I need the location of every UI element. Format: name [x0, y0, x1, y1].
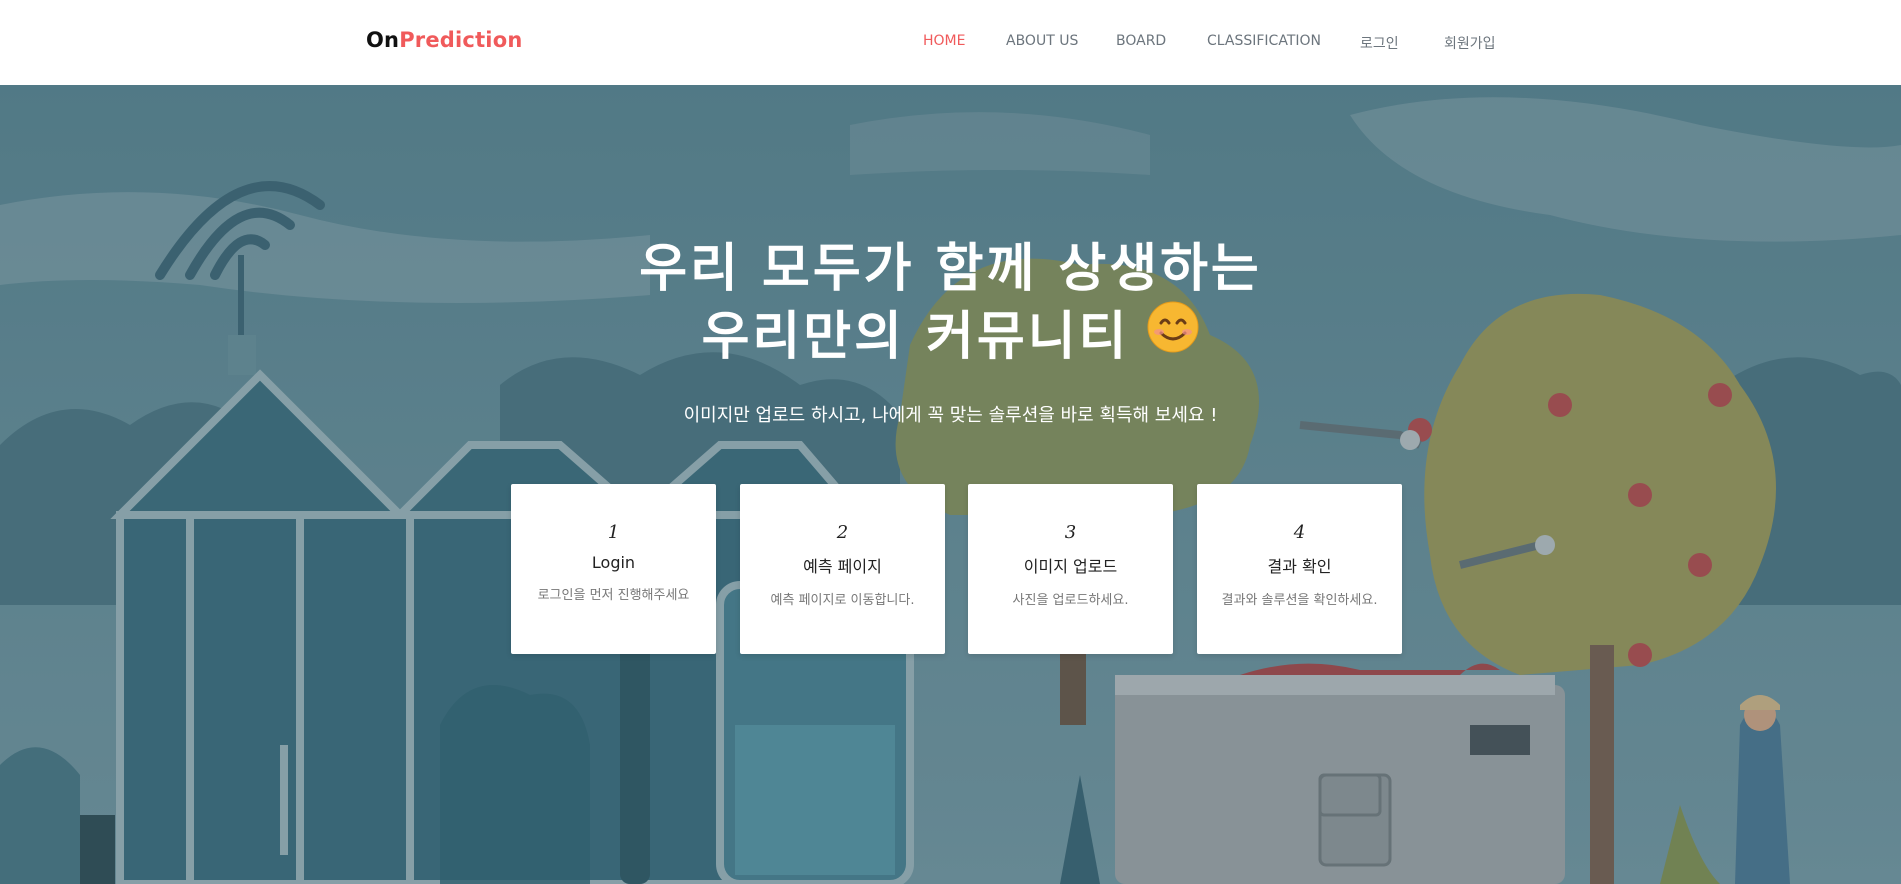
hero-headline-line2: 우리만의 커뮤니티: [701, 307, 1130, 367]
step-card-login[interactable]: 1 Login 로그인을 먼저 진행해주세요: [511, 484, 716, 654]
step-title: Login: [591, 553, 636, 572]
step-number: 2: [836, 522, 849, 543]
step-title: 이미지 업로드: [1023, 557, 1118, 576]
smiling-face-icon: [1147, 301, 1199, 370]
nav-home[interactable]: HOME: [923, 33, 965, 49]
step-card-result[interactable]: 4 결과 확인 결과와 솔루션을 확인하세요.: [1197, 484, 1402, 654]
main-nav: HOME ABOUT US BOARD CLASSIFICATION 로그인 회…: [0, 33, 1901, 53]
step-title: 결과 확인: [1267, 557, 1332, 576]
step-number: 1: [607, 522, 620, 543]
nav-about-us[interactable]: ABOUT US: [1006, 33, 1078, 49]
step-card-image-upload[interactable]: 3 이미지 업로드 사진을 업로드하세요.: [968, 484, 1173, 654]
navbar: OnPrediction HOME ABOUT US BOARD CLASSIF…: [0, 0, 1901, 85]
step-title: 예측 페이지: [803, 557, 882, 576]
steps-container: 1 Login 로그인을 먼저 진행해주세요 2 예측 페이지 예측 페이지로 …: [511, 484, 1404, 654]
step-card-prediction-page[interactable]: 2 예측 페이지 예측 페이지로 이동합니다.: [740, 484, 945, 654]
step-number: 3: [1064, 522, 1077, 543]
hero-section: 우리 모두가 함께 상생하는 우리만의 커뮤니티 이미지만 업로드 하시고, 나…: [0, 85, 1901, 884]
hero-headline-line2-wrap: 우리만의 커뮤니티: [0, 301, 1901, 371]
step-description: 사진을 업로드하세요.: [1012, 593, 1129, 608]
step-number: 4: [1293, 522, 1306, 543]
nav-signup[interactable]: 회원가입: [1444, 33, 1496, 53]
hero-headline-line1: 우리 모두가 함께 상생하는: [639, 239, 1262, 299]
hero-headline: 우리 모두가 함께 상생하는 우리만의 커뮤니티: [0, 235, 1901, 371]
step-description: 예측 페이지로 이동합니다.: [770, 593, 915, 608]
step-description: 결과와 솔루션을 확인하세요.: [1221, 593, 1378, 608]
step-description: 로그인을 먼저 진행해주세요: [537, 588, 690, 603]
nav-login[interactable]: 로그인: [1360, 33, 1399, 53]
nav-board[interactable]: BOARD: [1116, 33, 1166, 49]
nav-classification[interactable]: CLASSIFICATION: [1207, 33, 1321, 49]
hero-subline: 이미지만 업로드 하시고, 나에게 꼭 맞는 솔루션을 바로 획득해 보세요 !: [683, 405, 1218, 426]
